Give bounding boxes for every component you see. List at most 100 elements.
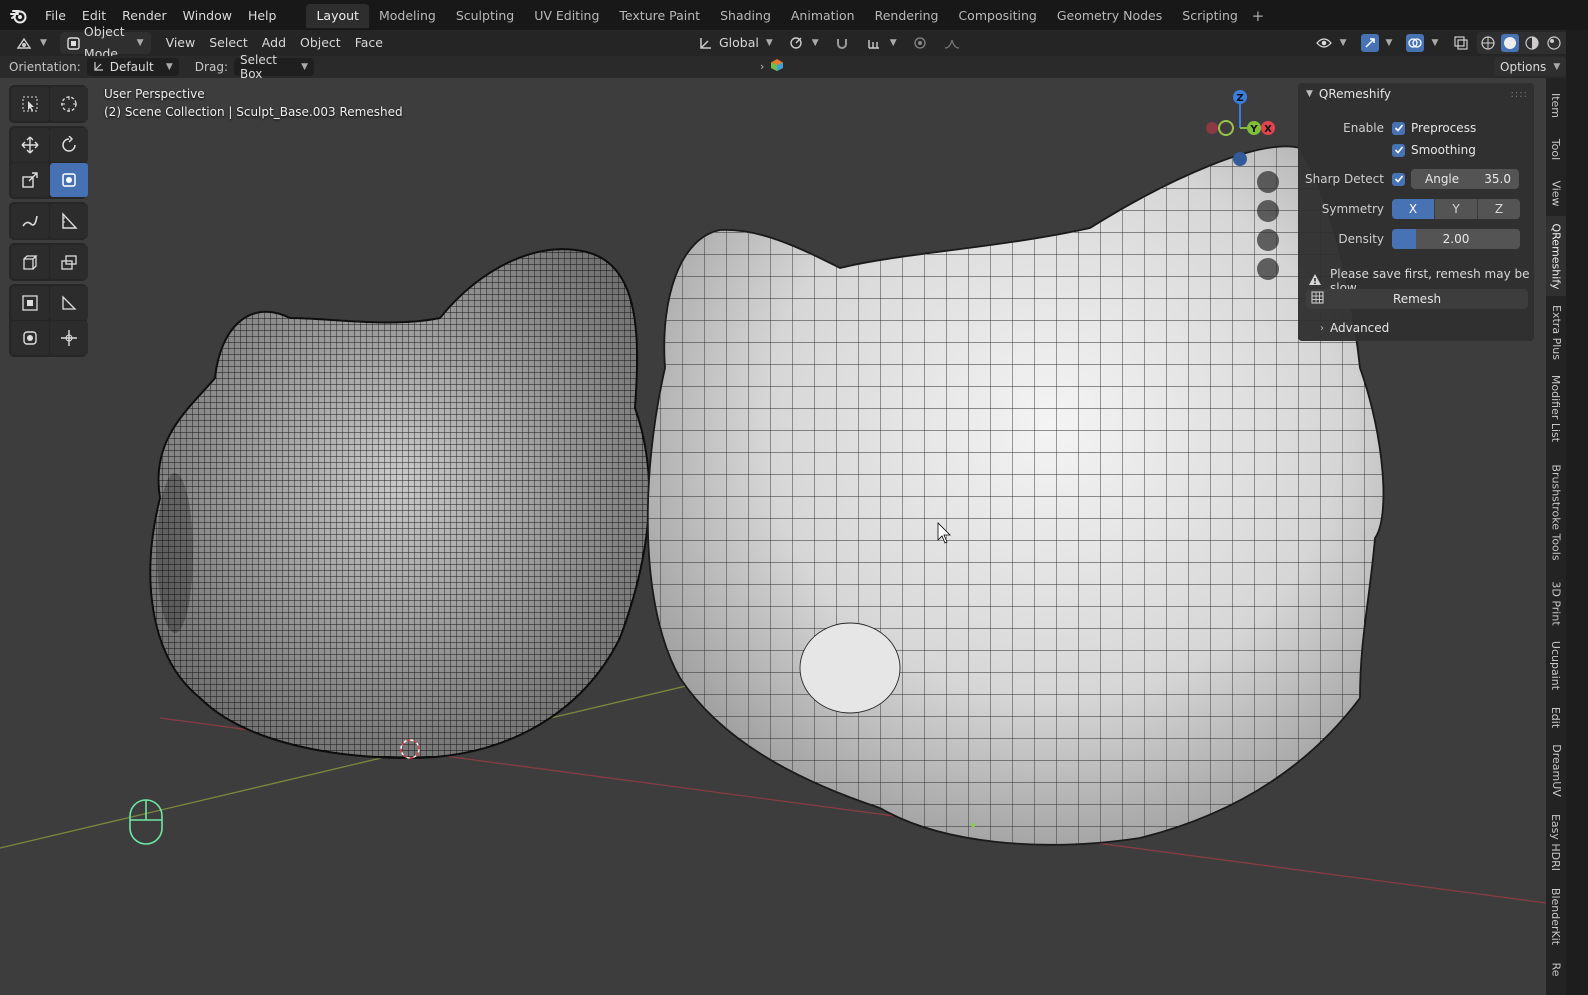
symmetry-x-toggle[interactable]: X	[1392, 199, 1434, 219]
gizmo-neg-z-icon[interactable]	[1233, 152, 1247, 166]
collapsed-header-region[interactable]: ›	[760, 58, 784, 75]
move-tool-icon[interactable]	[11, 128, 49, 162]
zoom-icon[interactable]	[1257, 171, 1279, 193]
snap-toggle[interactable]	[826, 32, 858, 54]
preprocess-label: Preprocess	[1411, 121, 1477, 135]
falloff-dropdown[interactable]	[936, 32, 968, 54]
pan-hand-icon[interactable]	[1257, 200, 1279, 222]
qremeshify-panel-header[interactable]: ▼ QRemeshify	[1306, 87, 1391, 101]
solid-shading-icon[interactable]	[1501, 34, 1520, 52]
options-dropdown[interactable]: Options ▼	[1494, 57, 1567, 76]
tab-uv-editing[interactable]: UV Editing	[524, 4, 609, 28]
menu-face[interactable]: Face	[348, 32, 390, 54]
pivot-point-dropdown[interactable]: ▼	[780, 32, 826, 54]
symmetry-label: Symmetry	[1321, 202, 1384, 216]
density-slider[interactable]: 2.00	[1392, 229, 1520, 249]
density-value: 2.00	[1442, 232, 1470, 246]
tab-scripting[interactable]: Scripting	[1172, 4, 1248, 28]
orientation-dropdown[interactable]: Default ▼	[86, 58, 179, 76]
drag-handle-icon[interactable]: ::::	[1511, 89, 1528, 100]
sidebar-tab-dreamuv[interactable]: DreamUV	[1546, 738, 1566, 802]
collection-label: (2) Scene Collection | Sculpt_Base.003 R…	[104, 105, 403, 119]
menu-file[interactable]: File	[37, 4, 74, 28]
menu-help[interactable]: Help	[240, 4, 285, 28]
sidebar-tab-tool[interactable]: Tool	[1546, 128, 1566, 170]
tab-shading[interactable]: Shading	[710, 4, 781, 28]
tab-compositing[interactable]: Compositing	[948, 4, 1046, 28]
gizmo-neg-x-icon[interactable]	[1206, 122, 1218, 134]
bevel-tool-icon[interactable]	[50, 286, 88, 320]
chevron-down-icon: ▼	[889, 38, 897, 48]
camera-view-icon[interactable]	[1257, 229, 1279, 251]
add-cube-tool-icon[interactable]	[11, 245, 49, 279]
object-origin-dot	[971, 823, 975, 827]
preprocess-checkbox[interactable]	[1392, 121, 1405, 135]
proportional-edit-toggle[interactable]	[904, 32, 936, 54]
sculpt-mesh-remeshed[interactable]	[646, 145, 1385, 846]
menu-view[interactable]: View	[159, 32, 203, 54]
symmetry-y-toggle[interactable]: Y	[1434, 199, 1477, 219]
snap-target-dropdown[interactable]: ▼	[858, 32, 904, 54]
select-box-tool-icon[interactable]	[11, 87, 49, 121]
editor-type-button[interactable]: ▼	[8, 32, 54, 54]
wireframe-shading-icon[interactable]	[1479, 34, 1497, 52]
remesh-button[interactable]: Remesh	[1306, 289, 1528, 309]
menu-add[interactable]: Add	[255, 32, 293, 54]
sidebar-tab-extra-plus[interactable]: Extra Plus	[1546, 300, 1566, 364]
perspective-grid-icon[interactable]	[1257, 258, 1279, 280]
measure-tool-icon[interactable]	[50, 204, 88, 238]
annotate-tool-icon[interactable]	[11, 204, 49, 238]
blender-logo-icon[interactable]	[7, 4, 31, 28]
sidebar-tab-edit[interactable]: Edit	[1546, 700, 1566, 734]
drag-dropdown[interactable]: Select Box ▼	[233, 53, 314, 81]
smoothing-checkbox[interactable]	[1392, 143, 1405, 157]
snap-transform-tool-icon[interactable]	[11, 321, 49, 355]
sidebar-tab-view[interactable]: View	[1546, 172, 1566, 214]
sidebar-tab-3d-print[interactable]: 3D Print	[1546, 576, 1566, 630]
drag-value: Select Box	[239, 53, 278, 81]
tab-layout[interactable]: Layout	[306, 4, 369, 28]
inset-tool-icon[interactable]	[11, 286, 49, 320]
gizmo-toggle[interactable]: ▼	[1354, 32, 1400, 54]
menu-select[interactable]: Select	[202, 32, 255, 54]
sidebar-tab-modifier-list[interactable]: Modifier List	[1546, 368, 1566, 448]
mode-dropdown[interactable]: Object Mode ▼	[59, 24, 151, 61]
menu-window[interactable]: Window	[175, 4, 240, 28]
smoothing-row: Smoothing	[1298, 139, 1534, 161]
workspace-tabs: Layout Modeling Sculpting UV Editing Tex…	[306, 4, 1267, 28]
visibility-dropdown[interactable]: ▼	[1308, 32, 1354, 54]
overlays-toggle[interactable]: ▼	[1399, 32, 1445, 54]
menu-object[interactable]: Object	[293, 32, 348, 54]
sidebar-tab-blenderkit[interactable]: BlenderKit	[1546, 882, 1566, 950]
transform-orientation-dropdown[interactable]: Global ▼	[690, 32, 780, 54]
sidebar-tab-item[interactable]: Item	[1546, 84, 1566, 126]
rendered-shading-icon[interactable]	[1545, 34, 1563, 52]
rotate-tool-icon[interactable]	[50, 128, 88, 162]
tab-modeling[interactable]: Modeling	[369, 4, 446, 28]
sidebar-tab-re[interactable]: Re	[1546, 954, 1566, 984]
angle-field[interactable]: Angle 35.0	[1411, 169, 1519, 189]
sidebar-tab-ucupaint[interactable]: Ucupaint	[1546, 634, 1566, 696]
scale-tool-icon[interactable]	[11, 163, 49, 197]
gizmo-icon	[1360, 34, 1379, 52]
add-workspace-button[interactable]: +	[1248, 4, 1268, 28]
tab-geometry-nodes[interactable]: Geometry Nodes	[1047, 4, 1172, 28]
tab-texture-paint[interactable]: Texture Paint	[609, 4, 710, 28]
advanced-subpanel-header[interactable]: › Advanced	[1320, 321, 1389, 335]
xray-toggle[interactable]	[1445, 32, 1477, 54]
symmetry-z-toggle[interactable]: Z	[1477, 199, 1520, 219]
shrink-fatten-tool-icon[interactable]	[50, 321, 88, 355]
sidebar-tab-qremeshify[interactable]: QRemeshify	[1546, 216, 1566, 296]
transform-tool-icon[interactable]	[50, 163, 88, 197]
tab-rendering[interactable]: Rendering	[865, 4, 949, 28]
sidebar-tab-easy-hdri[interactable]: Easy HDRI	[1546, 806, 1566, 878]
warning-icon	[1308, 273, 1322, 289]
material-shading-icon[interactable]	[1523, 34, 1541, 52]
tab-animation[interactable]: Animation	[781, 4, 865, 28]
sidebar-tab-brushstroke-tools[interactable]: Brushstroke Tools	[1546, 452, 1566, 572]
sharp-detect-checkbox[interactable]	[1392, 172, 1405, 186]
magnet-icon	[833, 34, 851, 52]
cursor-tool-icon[interactable]	[50, 87, 88, 121]
tab-sculpting[interactable]: Sculpting	[446, 4, 524, 28]
extrude-tool-icon[interactable]	[50, 245, 88, 279]
